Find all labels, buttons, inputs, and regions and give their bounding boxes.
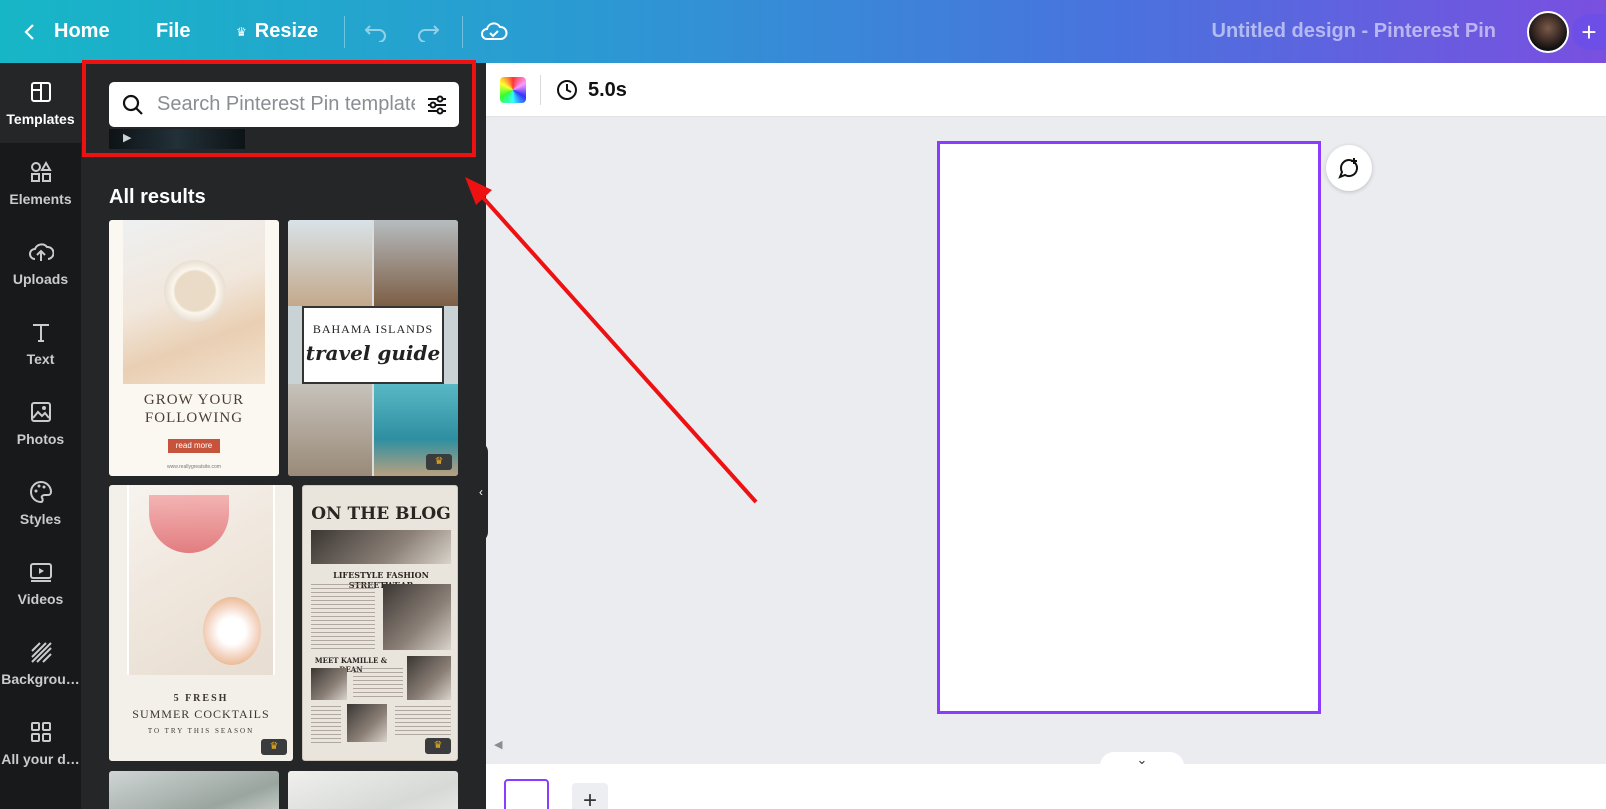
template-body-text [311,706,341,746]
template-thumbnail[interactable]: ON THE BLOG LIFESTYLE FASHION STREETWEAR… [302,485,458,761]
template-body-text [395,706,451,736]
template-image [311,668,347,700]
template-text: BAHAMA ISLANDS [312,322,434,336]
rail-item-styles[interactable]: Styles [0,463,81,543]
upload-cloud-icon [28,239,54,265]
rail-label: All your d… [1,751,80,767]
rail-label: Styles [19,511,62,527]
side-rail: Templates Elements Uploads Text Photos S… [0,63,81,809]
elements-icon [28,159,54,185]
add-page-button[interactable]: + [572,783,608,809]
file-menu-button[interactable]: File [156,0,190,63]
template-text: FOLLOWING [144,410,244,426]
template-text: GROW YOUR [143,392,245,408]
template-button-text: read more [168,439,220,453]
rail-label: Elements [9,191,72,207]
video-icon [28,559,54,585]
rail-item-all-designs[interactable]: All your d… [0,703,81,783]
plus-icon[interactable]: + [1572,14,1606,50]
highlight-box [82,60,476,157]
rail-item-uploads[interactable]: Uploads [0,223,81,303]
template-image [374,220,458,306]
template-image [347,704,387,742]
avatar[interactable] [1527,11,1569,53]
template-image [288,384,372,476]
duration-label: 5.0s [588,78,627,101]
page-thumbnail[interactable] [504,779,549,809]
rail-label: Photos [16,431,65,447]
template-text: ON THE BLOG [311,504,451,524]
undo-icon[interactable] [364,0,388,63]
crown-icon: ♛ [236,24,247,39]
design-title[interactable]: Untitled design - Pinterest Pin [1212,0,1496,63]
resize-label: Resize [254,20,319,42]
chevron-left-icon[interactable] [22,0,38,63]
add-comment-icon[interactable] [1326,145,1372,191]
template-image [383,584,451,650]
rail-label: Text [26,351,55,367]
crown-icon: ♛ [425,738,451,754]
rail-label: Templates [6,111,75,127]
coffee-cup-image [164,260,226,322]
template-thumbnail[interactable]: BAHAMA ISLANDS travel guide ♛ [288,220,458,476]
cloud-saved-icon[interactable] [480,0,508,63]
template-thumbnail[interactable]: GROW YOUR FOLLOWING read more www.really… [109,220,279,476]
divider [540,75,541,105]
template-image [407,656,451,700]
resize-button[interactable]: ♛ Resize [236,0,318,63]
template-thumbnail[interactable] [109,771,279,809]
rail-label: Uploads [12,271,69,287]
photo-icon [28,399,54,425]
canvas-toolbar: 5.0s [486,63,1606,117]
top-bar: Home File ♛ Resize Untitled design - Pin… [0,0,1606,63]
scroll-left-icon[interactable]: ◀ [494,738,502,751]
rail-item-text[interactable]: Text [0,303,81,383]
collapse-panel-handle[interactable]: ‹ [474,442,488,542]
home-button[interactable]: Home [54,0,110,63]
design-page[interactable] [937,141,1321,714]
rail-item-videos[interactable]: Videos [0,543,81,623]
cocktail-glass-image [203,597,261,665]
templates-icon [28,79,54,105]
rail-label: Backgrou… [1,671,80,687]
rail-item-photos[interactable]: Photos [0,383,81,463]
rail-item-background[interactable]: Backgrou… [0,623,81,703]
rail-item-elements[interactable]: Elements [0,143,81,223]
text-icon [28,319,54,345]
grid-icon [28,719,54,745]
background-pattern-icon [28,639,54,665]
template-image [288,220,372,306]
crown-icon: ♛ [261,739,287,755]
rail-label: Videos [17,591,64,607]
template-body-text [353,668,403,700]
templates-panel: ▶ All results GROW YOUR FOLLOWING read m… [81,63,486,809]
template-thumbnail[interactable]: 5 FRESH SUMMER COCKTAILS TO TRY THIS SEA… [109,485,293,761]
template-url: www.reallygreatsite.com [167,464,221,470]
template-body-text [311,584,375,650]
template-text: SUMMER COCKTAILS [132,707,270,721]
duration-button[interactable]: 5.0s [556,63,627,117]
crown-icon: ♛ [426,454,452,470]
template-text: TO TRY THIS SEASON [147,727,255,735]
rail-item-templates[interactable]: Templates [0,63,81,143]
divider [344,16,345,48]
horizontal-scrollbar[interactable]: ◀ [486,738,1606,754]
chevron-left-icon: ‹ [479,485,483,499]
template-image [311,530,451,564]
template-title-card: BAHAMA ISLANDS travel guide [302,306,444,384]
divider [462,16,463,48]
redo-icon[interactable] [416,0,440,63]
color-picker-icon[interactable] [500,77,526,103]
template-text: travel guide [305,341,441,365]
results-heading: All results [109,186,206,208]
palette-icon [28,479,54,505]
pages-strip [486,764,1606,809]
clock-icon [557,80,577,100]
chevron-down-icon[interactable]: ⌄ [1100,752,1184,772]
template-text: 5 FRESH [173,693,229,704]
template-thumbnail[interactable] [288,771,458,809]
